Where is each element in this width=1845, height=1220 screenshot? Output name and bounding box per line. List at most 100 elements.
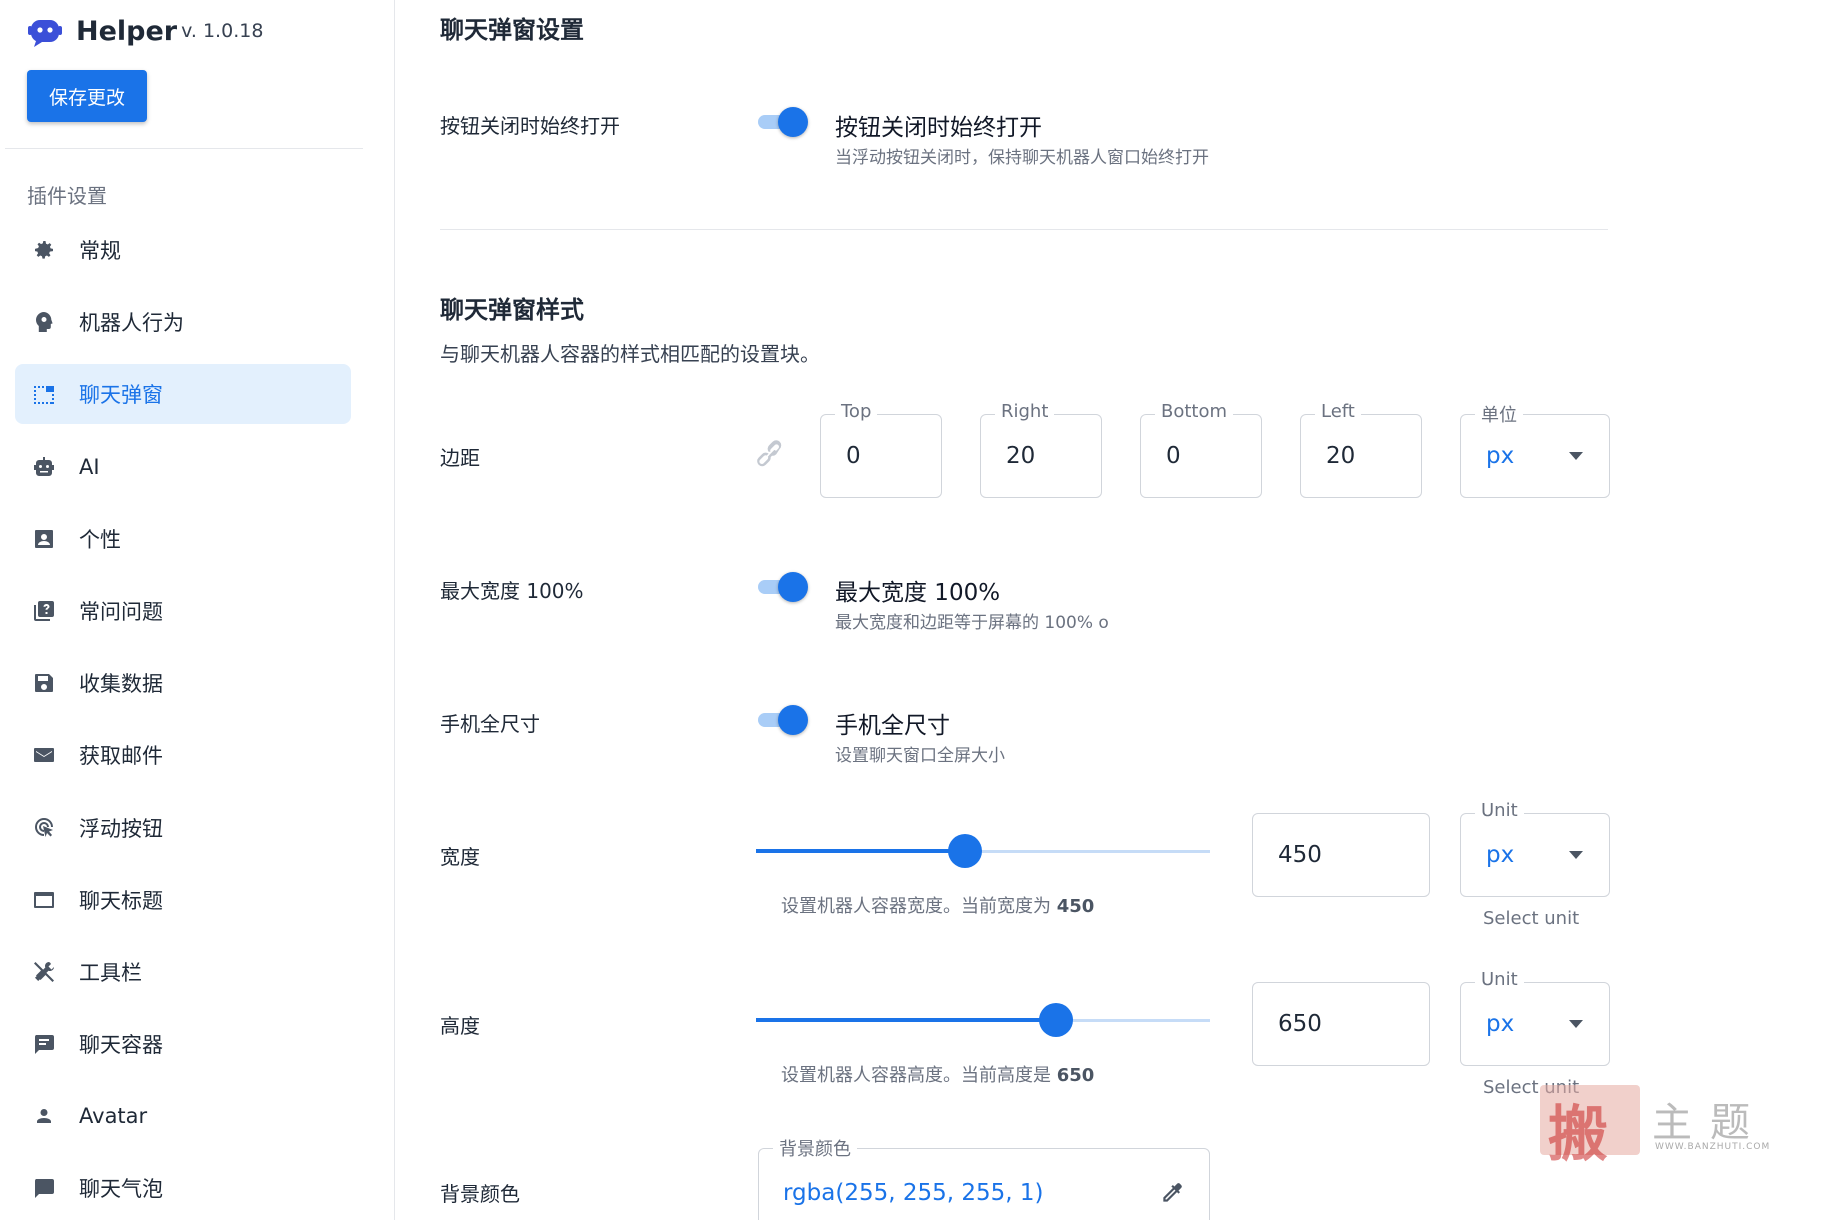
height-label: 高度	[440, 1014, 480, 1038]
toggle-knob	[778, 705, 808, 735]
brand-version: v. 1.0.18	[181, 20, 264, 42]
sidebar-item-label: 个性	[79, 527, 121, 552]
sidebar-item-label: 聊天弹窗	[79, 383, 163, 408]
sidebar-item-label: 聊天气泡	[79, 1177, 163, 1202]
sidebar-item-label: 聊天标题	[79, 888, 163, 913]
sidebar: Helper v. 1.0.18 保存更改 插件设置 常规 机器人行为 聊天弹窗…	[0, 0, 395, 1220]
sidebar-item-toolbar[interactable]: 工具栏	[15, 942, 351, 1002]
bg-color-input[interactable]: 背景颜色 rgba(255, 255, 255, 1)	[758, 1135, 1210, 1220]
faq-icon	[30, 597, 58, 625]
margin-right-input[interactable]: Right 20	[980, 401, 1102, 498]
width-value: 450	[1278, 842, 1322, 868]
mobile-full-toggle[interactable]	[756, 703, 812, 735]
sidebar-item-chat-header[interactable]: 聊天标题	[15, 870, 351, 930]
toggle-knob	[778, 572, 808, 602]
sidebar-item-label: 常规	[79, 239, 121, 263]
watermark: 搬 主题 WWW.BANZHUTI.COM	[1540, 1080, 1771, 1170]
height-input[interactable]: 650	[1252, 982, 1430, 1066]
popup-style-desc: 与聊天机器人容器的样式相匹配的设置块。	[440, 342, 820, 366]
slider-thumb[interactable]	[1038, 1003, 1073, 1037]
message-text-icon	[30, 1030, 58, 1058]
width-input[interactable]: 450	[1252, 813, 1430, 897]
tools-icon	[30, 958, 58, 986]
sidebar-item-floating-button[interactable]: 浮动按钮	[15, 798, 351, 858]
gear-icon	[30, 236, 58, 264]
sidebar-item-label: 收集数据	[79, 672, 163, 697]
brand: Helper v. 1.0.18	[28, 10, 263, 48]
sidebar-item-chat-container[interactable]: 聊天容器	[15, 1014, 351, 1074]
mobile-full-desc: 设置聊天窗口全屏大小	[835, 746, 1005, 766]
height-value: 650	[1278, 1011, 1322, 1037]
chevron-down-icon	[1569, 452, 1583, 460]
account-box-icon	[30, 525, 58, 553]
max-width-toggle[interactable]	[756, 570, 812, 602]
bg-color-label: 背景颜色	[440, 1182, 520, 1206]
person-icon	[30, 1102, 58, 1130]
width-slider[interactable]	[756, 831, 1210, 871]
slider-thumb[interactable]	[947, 834, 982, 868]
popup-style-title: 聊天弹窗样式	[440, 296, 584, 324]
chatbot-logo-icon	[28, 20, 62, 47]
brand-name: Helper	[76, 16, 178, 47]
height-unit-select[interactable]: Unit px	[1460, 969, 1610, 1066]
toggle-knob	[778, 107, 808, 137]
height-desc-text: 设置机器人容器高度。当前高度是	[781, 1065, 1051, 1086]
max-width-desc: 最大宽度和边距等于屏幕的 100% o	[835, 613, 1109, 633]
margin-label: 边距	[440, 446, 480, 470]
sidebar-item-collect-data[interactable]: 收集数据	[15, 653, 351, 713]
always-open-desc: 当浮动按钮关闭时，保持聊天机器人窗口始终打开	[835, 148, 1209, 168]
always-open-label: 按钮关闭时始终打开	[440, 114, 620, 138]
max-width-label: 最大宽度 100%	[440, 579, 584, 603]
mobile-full-label: 手机全尺寸	[440, 712, 540, 736]
sidebar-item-faq[interactable]: 常问问题	[15, 581, 351, 641]
sidebar-nav: 常规 机器人行为 聊天弹窗 AI 个性 常问问题 收集数据 获取邮件 浮动按钮 …	[15, 220, 351, 1220]
always-open-title: 按钮关闭时始终打开	[835, 115, 1042, 141]
watermark-glyph: 搬	[1548, 1100, 1608, 1170]
watermark-url: WWW.BANZHUTI.COM	[1655, 1142, 1771, 1152]
sidebar-item-avatar[interactable]: Avatar	[15, 1086, 351, 1146]
slider-fill	[756, 1018, 1056, 1022]
sidebar-divider	[5, 148, 363, 149]
height-desc-value: 650	[1056, 1065, 1095, 1086]
touch-icon	[30, 814, 58, 842]
chat-bubble-icon	[30, 1174, 58, 1202]
sidebar-item-get-email[interactable]: 获取邮件	[15, 725, 351, 785]
margin-left-value: 20	[1326, 443, 1356, 469]
height-slider[interactable]	[756, 1000, 1210, 1040]
margin-bottom-input[interactable]: Bottom 0	[1140, 401, 1262, 498]
height-desc: 设置机器人容器高度。当前高度是 650	[781, 1061, 1094, 1087]
sidebar-item-chat-bubble[interactable]: 聊天气泡	[15, 1158, 351, 1218]
sidebar-item-label: 获取邮件	[79, 744, 163, 769]
sidebar-item-label: AI	[79, 454, 100, 479]
sidebar-item-personality[interactable]: 个性	[15, 509, 351, 569]
bg-color-value: rgba(255, 255, 255, 1)	[783, 1180, 1044, 1206]
width-unit-select[interactable]: Unit px	[1460, 800, 1610, 897]
margin-top-value: 0	[846, 443, 861, 469]
watermark-text: 主题	[1652, 1100, 1768, 1146]
head-gear-icon	[30, 308, 58, 336]
eyedropper-icon[interactable]	[1159, 1180, 1185, 1206]
mobile-full-title: 手机全尺寸	[835, 713, 950, 739]
sidebar-item-general[interactable]: 常规	[15, 220, 351, 280]
sidebar-item-label: 机器人行为	[79, 311, 184, 336]
slider-fill	[756, 849, 965, 853]
width-unit-value: px	[1486, 842, 1515, 868]
sidebar-item-chat-popup[interactable]: 聊天弹窗	[15, 364, 351, 425]
margin-left-input[interactable]: Left 20	[1300, 401, 1422, 498]
popup-window-icon	[30, 380, 58, 408]
popup-settings-title: 聊天弹窗设置	[440, 16, 584, 44]
margin-top-input[interactable]: Top 0	[820, 401, 942, 498]
chevron-down-icon	[1569, 1020, 1583, 1028]
sidebar-item-bot-behavior[interactable]: 机器人行为	[15, 292, 351, 352]
sidebar-item-label: 聊天容器	[79, 1033, 163, 1058]
window-icon	[30, 886, 58, 914]
always-open-toggle[interactable]	[756, 105, 812, 137]
margin-bottom-value: 0	[1166, 443, 1181, 469]
margin-unit-select[interactable]: 单位 px	[1460, 401, 1610, 498]
sidebar-item-ai[interactable]: AI	[15, 437, 351, 497]
save-changes-button[interactable]: 保存更改	[27, 70, 147, 122]
sidebar-item-label: Avatar	[79, 1104, 148, 1129]
link-icon[interactable]	[756, 440, 786, 470]
margin-right-value: 20	[1006, 443, 1036, 469]
width-desc-value: 450	[1056, 896, 1095, 917]
